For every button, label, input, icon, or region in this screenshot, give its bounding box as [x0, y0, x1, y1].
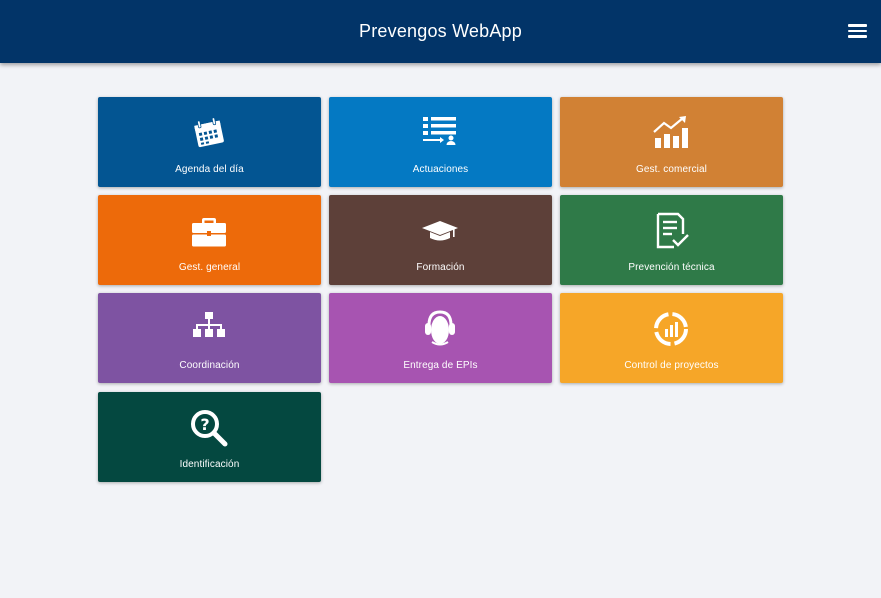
hamburger-menu-icon[interactable]: [848, 23, 867, 39]
org-chart-icon: [189, 309, 229, 349]
svg-text:?: ?: [200, 415, 209, 434]
tile-formacion[interactable]: Formación: [329, 195, 552, 285]
app-title: Prevengos WebApp: [359, 21, 522, 41]
project-progress-icon: [651, 309, 691, 349]
briefcase-icon: [189, 211, 229, 251]
graduation-cap-icon: [420, 211, 460, 251]
tile-label: Prevención técnica: [628, 262, 715, 273]
tile-gest-comercial[interactable]: Gest. comercial: [560, 97, 783, 187]
tile-label: Actuaciones: [412, 164, 469, 175]
tile-gest-general[interactable]: Gest. general: [98, 195, 321, 285]
tile-label: Identificación: [179, 459, 240, 470]
tile-actuaciones[interactable]: Actuaciones: [329, 97, 552, 187]
task-list-icon: [420, 113, 460, 153]
tile-label: Formación: [416, 262, 465, 273]
calendar-icon: [189, 113, 229, 153]
tile-entrega-de-epis[interactable]: Entrega de EPIs: [329, 293, 552, 383]
top-app-bar: Prevengos WebApp: [0, 0, 881, 63]
checked-document-icon: [651, 211, 691, 251]
tile-label: Gest. comercial: [636, 164, 707, 175]
hearing-protection-icon: [420, 309, 460, 349]
tile-control-de-proyectos[interactable]: Control de proyectos: [560, 293, 783, 383]
tile-identificacion[interactable]: ? Identificación: [98, 392, 321, 482]
tile-coordinacion[interactable]: Coordinación: [98, 293, 321, 383]
growth-chart-icon: [651, 113, 691, 153]
tile-label: Coordinación: [179, 360, 240, 371]
search-question-icon: ?: [189, 408, 229, 448]
tile-label: Control de proyectos: [624, 360, 719, 371]
tile-prevencion-tecnica[interactable]: Prevención técnica: [560, 195, 783, 285]
tile-label: Gest. general: [178, 262, 241, 273]
tile-agenda-del-dia[interactable]: Agenda del día: [98, 97, 321, 187]
tile-label: Entrega de EPIs: [403, 360, 478, 371]
tile-label: Agenda del día: [175, 164, 244, 175]
